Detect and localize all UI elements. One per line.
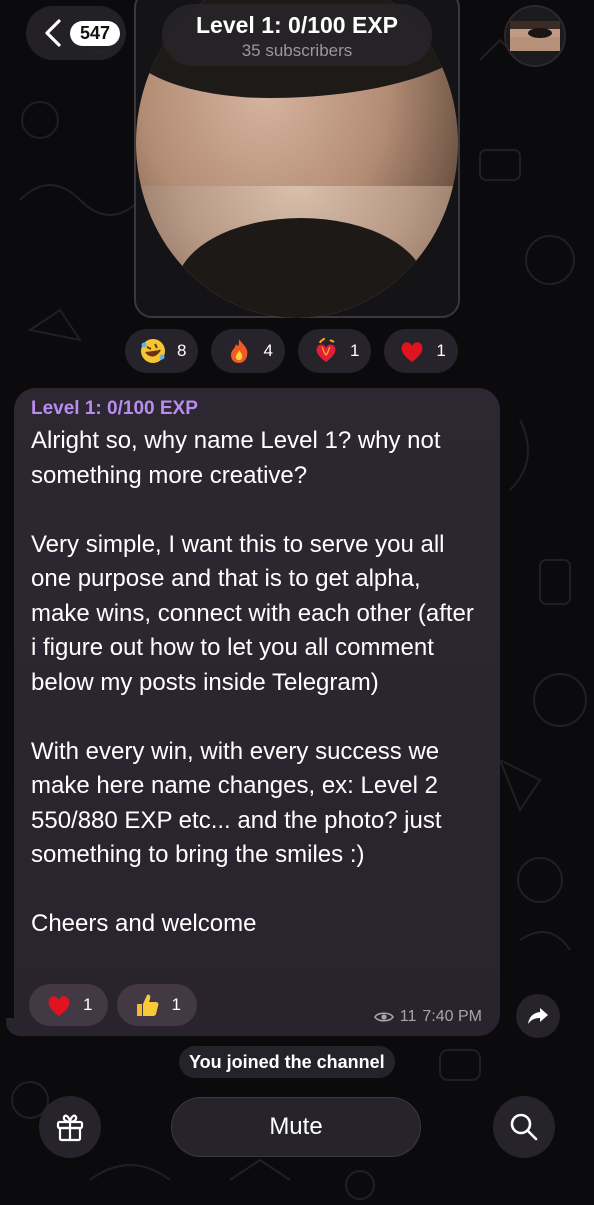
unread-count-badge: 547: [70, 20, 121, 46]
reaction-red-heart[interactable]: 1: [29, 984, 109, 1026]
subscriber-count: 35 subscribers: [241, 41, 353, 60]
sender-name: Level 1: 0/100 EXP: [31, 398, 198, 419]
avatar-image: [506, 7, 564, 65]
reaction-rolling-laughing[interactable]: 8: [125, 329, 199, 373]
reaction-red-heart[interactable]: 1: [384, 329, 458, 373]
gift-icon: [56, 1114, 84, 1142]
message-time: 7:40 PM: [422, 1008, 482, 1025]
reaction-count: 4: [263, 341, 273, 360]
reaction-count: 1: [349, 341, 360, 360]
message-meta: 11 7:40 PM: [373, 1008, 482, 1026]
share-arrow-icon: [528, 1008, 548, 1024]
red-heart-emoji-icon: [401, 342, 423, 362]
reaction-count: 1: [171, 995, 181, 1014]
channel-avatar[interactable]: [504, 5, 566, 67]
service-message-joined: You joined the channel: [179, 1046, 395, 1078]
reaction-count: 1: [83, 995, 93, 1014]
reaction-count: 1: [436, 341, 446, 360]
heart-on-fire-emoji-icon: [316, 337, 336, 362]
mute-button[interactable]: Mute: [171, 1097, 421, 1157]
thumbs-up-emoji-icon: [137, 994, 159, 1016]
back-button[interactable]: 547: [26, 6, 126, 60]
channel-title: Level 1: 0/100 EXP: [195, 12, 398, 38]
reaction-heart-on-fire[interactable]: 1: [297, 329, 372, 373]
gift-button[interactable]: [39, 1096, 101, 1158]
message-reactions-row: 1 1: [29, 984, 197, 1026]
reaction-fire[interactable]: 4: [211, 329, 285, 373]
share-button[interactable]: [516, 994, 560, 1038]
channel-post-bubble[interactable]: Level 1: 0/100 EXP Alright so, why name …: [14, 388, 500, 1036]
video-reactions-row: 8 4 1 1: [125, 329, 458, 373]
channel-title-pill[interactable]: Level 1: 0/100 EXP 35 subscribers: [162, 4, 432, 66]
view-count: 11: [399, 1008, 417, 1025]
reaction-count: 8: [177, 341, 187, 360]
reaction-thumbs-up[interactable]: 1: [117, 984, 197, 1026]
chevron-left-icon: [45, 19, 61, 47]
red-heart-emoji-icon: [48, 996, 70, 1016]
message-text: Alright so, why name Level 1? why not so…: [31, 427, 474, 937]
search-icon: [510, 1113, 538, 1141]
eye-icon: [373, 1012, 394, 1022]
rolling-laughing-emoji-icon: [141, 339, 165, 363]
fire-emoji-icon: [231, 339, 248, 363]
search-button[interactable]: [493, 1096, 555, 1158]
